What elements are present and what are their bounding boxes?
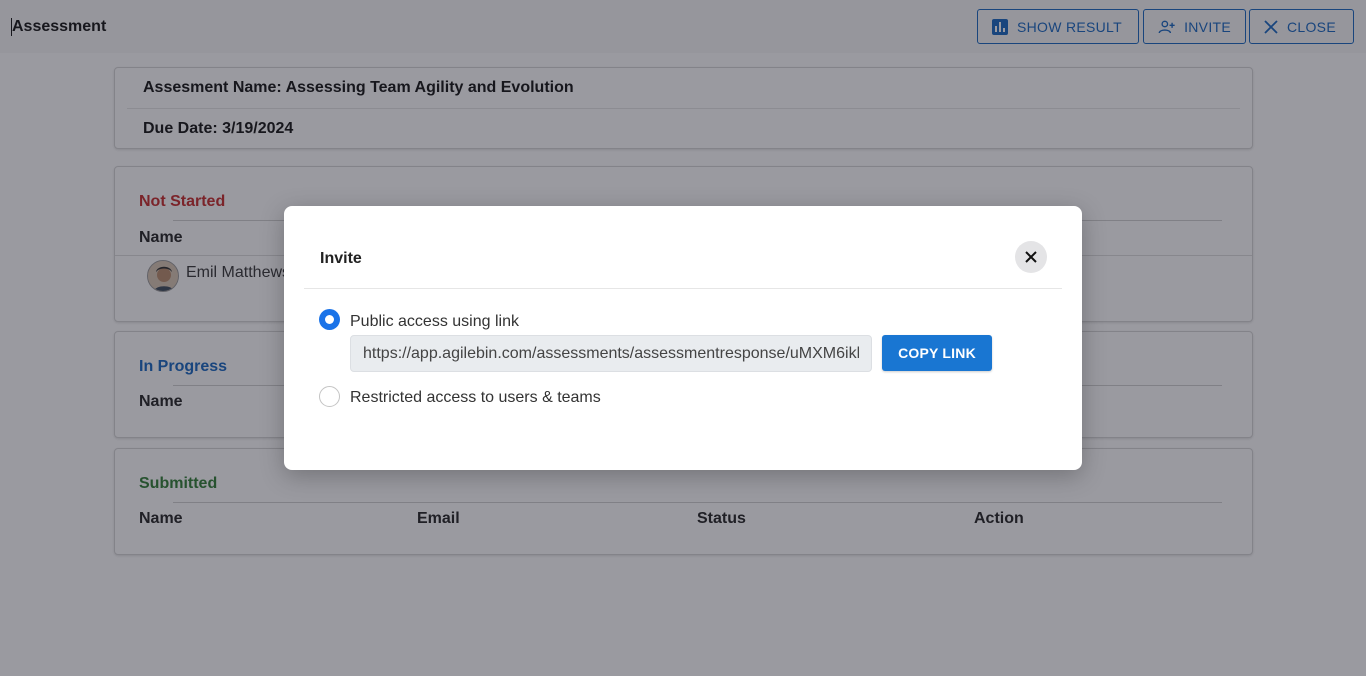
- invite-dialog: Invite Public access using link COPY LIN…: [284, 206, 1082, 470]
- dialog-close-button[interactable]: [1015, 241, 1047, 273]
- restricted-access-radio[interactable]: [319, 386, 340, 407]
- divider: [304, 288, 1062, 289]
- dialog-title: Invite: [320, 250, 362, 267]
- public-access-label[interactable]: Public access using link: [350, 313, 519, 331]
- restricted-access-label[interactable]: Restricted access to users & teams: [350, 389, 601, 407]
- close-icon: [1025, 251, 1037, 263]
- share-link-input[interactable]: [350, 335, 872, 372]
- copy-link-button[interactable]: COPY LINK: [882, 335, 992, 371]
- public-access-radio[interactable]: [319, 309, 340, 330]
